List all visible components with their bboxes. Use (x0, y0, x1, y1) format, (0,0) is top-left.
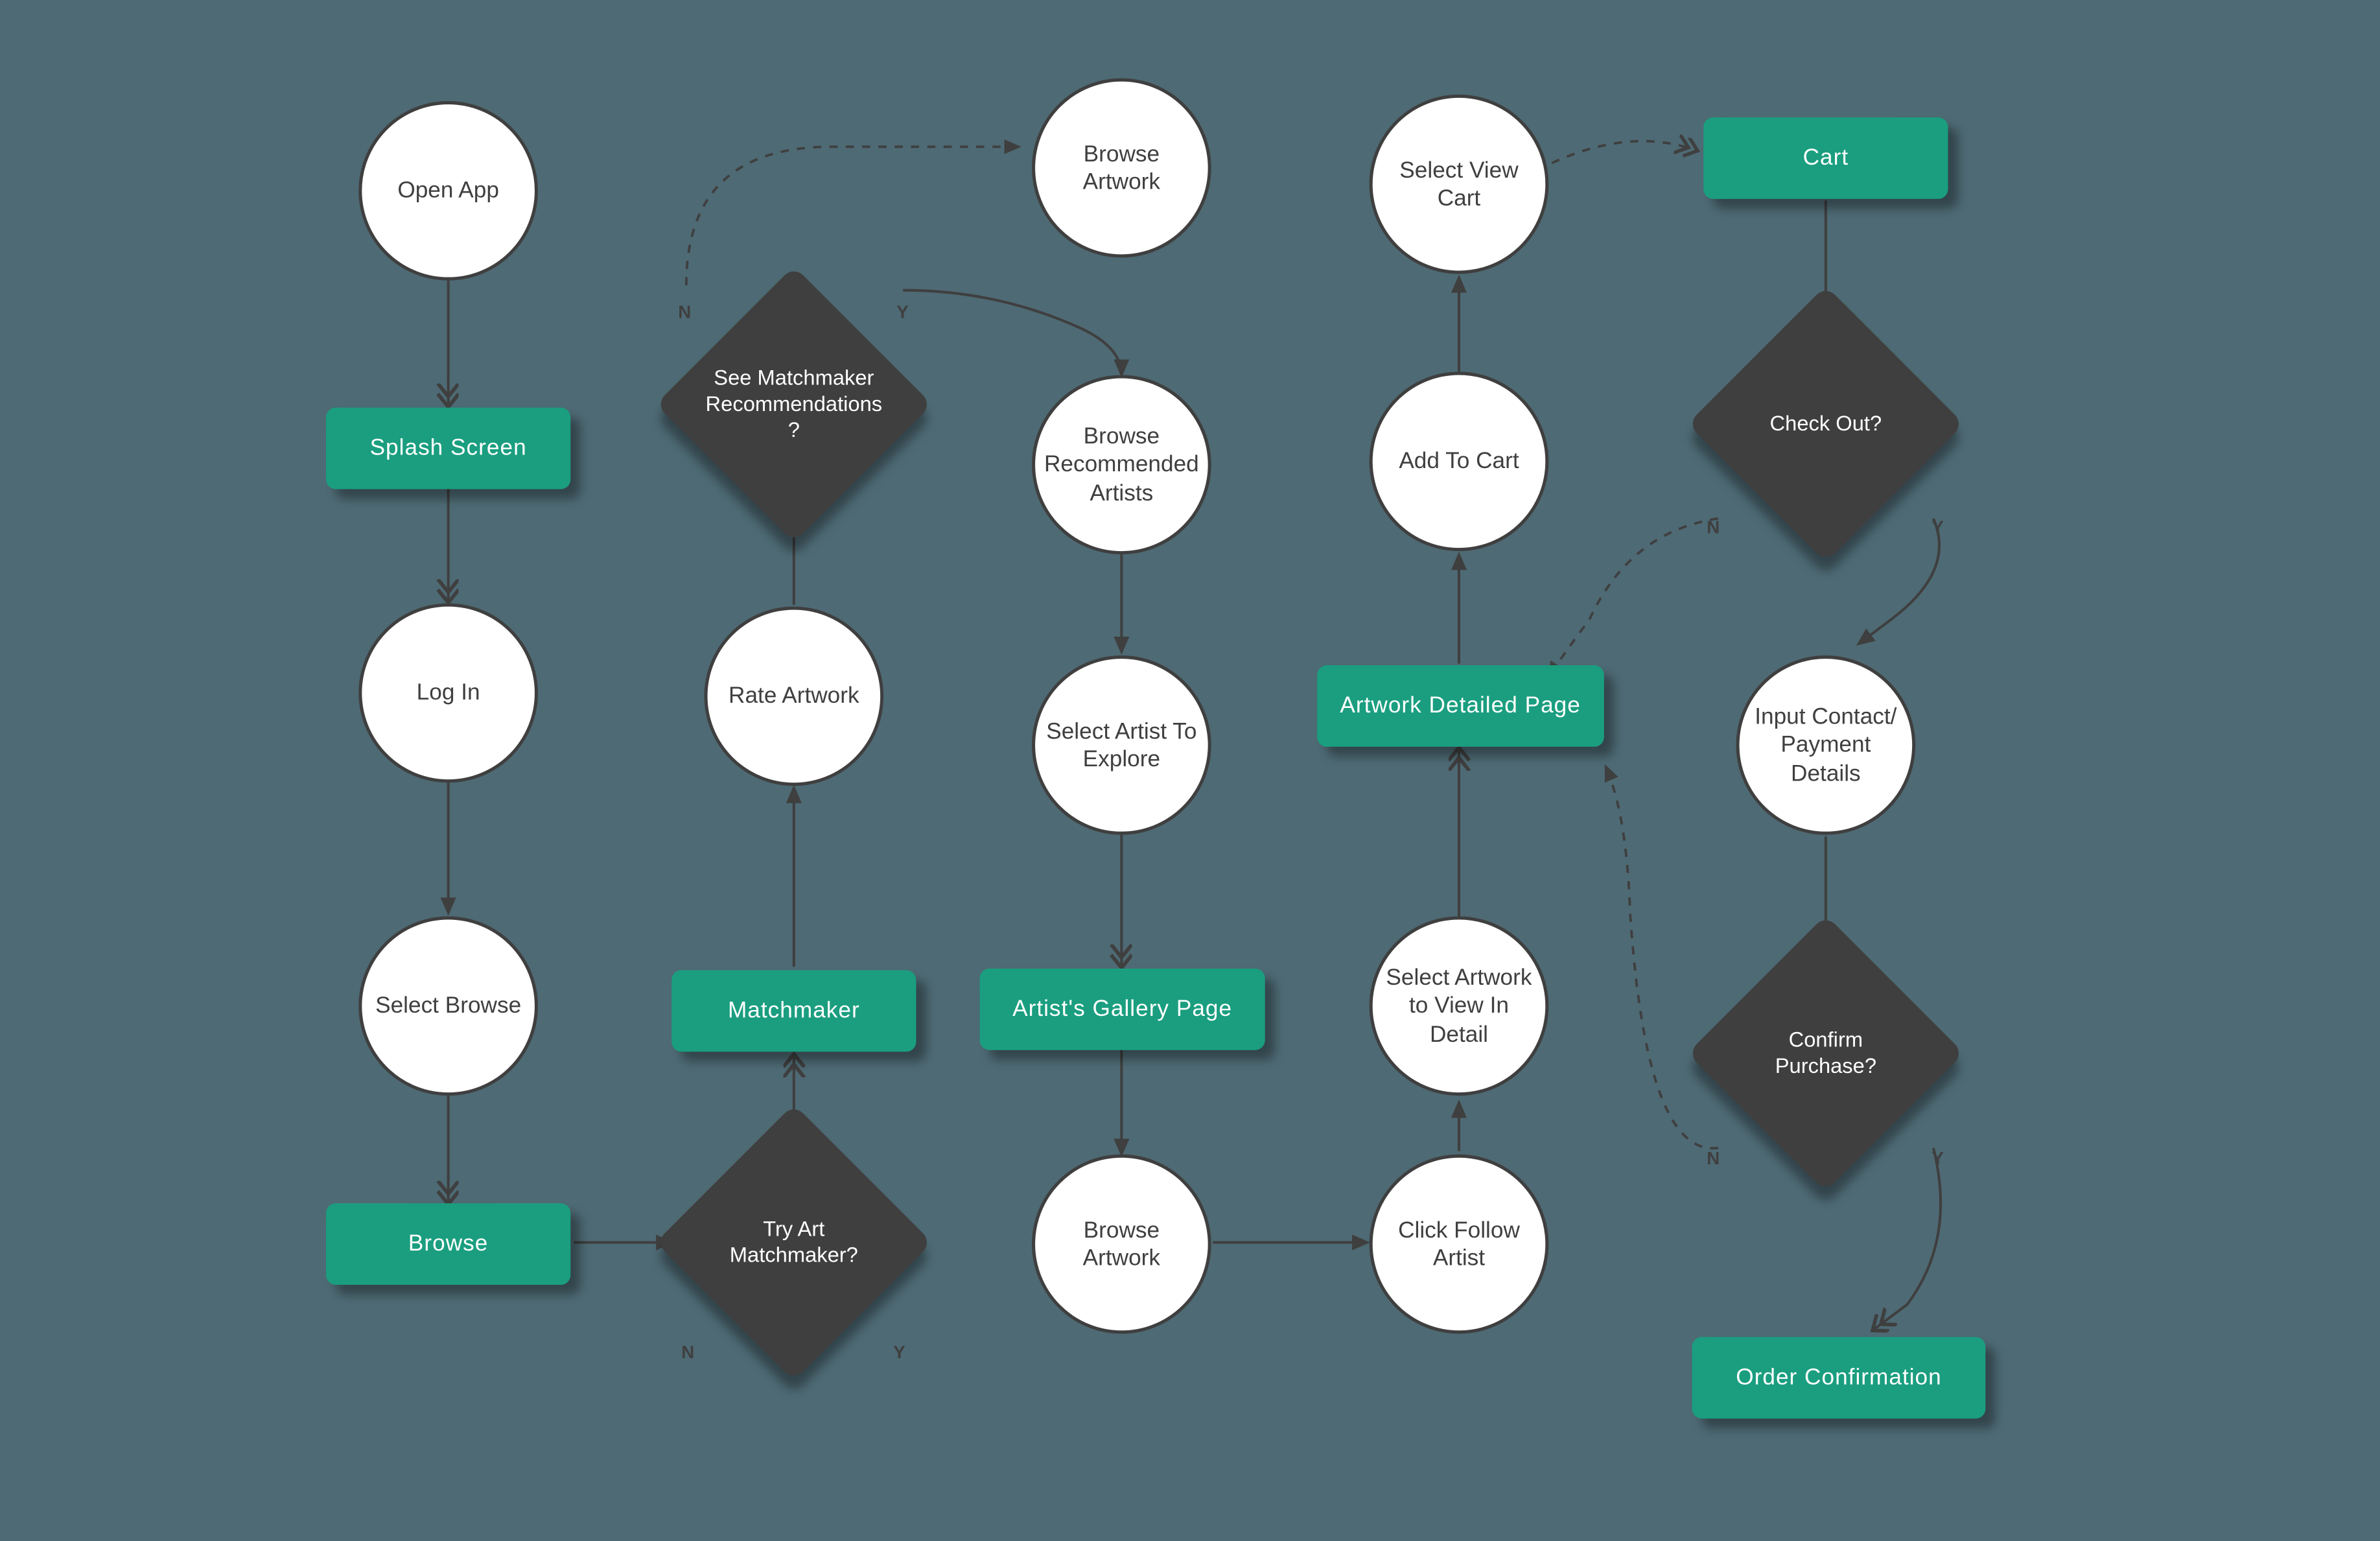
node-browse-rec-artists: Browse Recommended Artists (1032, 375, 1211, 555)
node-log-in: Log In (358, 604, 538, 783)
node-select-browse: Select Browse (358, 917, 538, 1096)
node-label: Select Artist To Explore (1045, 716, 1198, 773)
node-label: Log In (417, 679, 480, 707)
node-label: Open App (397, 176, 499, 205)
node-label: See Matchmaker Recommendations ? (706, 365, 883, 445)
label-n-try-match: N (681, 1344, 695, 1363)
node-cart: Cart (1703, 117, 1948, 199)
node-artwork-detailed: Artwork Detailed Page (1317, 665, 1604, 747)
node-order-confirmation: Order Confirmation (1692, 1337, 1986, 1418)
node-label: Artist's Gallery Page (1012, 995, 1232, 1024)
node-label: Cart (1803, 144, 1849, 172)
node-browse-artwork-top: Browse Artwork (1032, 78, 1211, 258)
node-confirm-purchase: Confirm Purchase? (1728, 956, 1924, 1151)
node-label: Click Follow Artist (1382, 1216, 1535, 1273)
label-y-confirm: Y (1931, 1149, 1944, 1169)
node-label: Artwork Detailed Page (1340, 692, 1580, 720)
node-see-recs: See Matchmaker Recommendations ? (696, 307, 892, 502)
node-label: Order Confirmation (1736, 1363, 1942, 1392)
label-y-check-out: Y (1931, 519, 1944, 538)
node-label: Confirm Purchase? (1747, 1027, 1904, 1080)
node-splash-screen: Splash Screen (326, 408, 570, 489)
node-select-view-cart: Select View Cart (1370, 95, 1549, 274)
node-label: Select Artwork to View In Detail (1382, 963, 1535, 1049)
label-n-see-recs: N (678, 303, 692, 323)
label-n-check-out: N (1707, 519, 1720, 538)
label-y-see-recs: Y (896, 303, 909, 323)
node-open-app: Open App (358, 101, 538, 281)
node-label: Matchmaker (728, 996, 860, 1025)
node-label: Browse (408, 1230, 488, 1258)
node-matchmaker: Matchmaker (671, 970, 916, 1052)
flowchart-canvas: Open App Splash Screen Log In Select Bro… (0, 0, 2380, 1541)
node-browse-artwork-bot: Browse Artwork (1032, 1155, 1211, 1334)
node-check-out: Check Out? (1728, 326, 1924, 522)
node-try-matchmaker: Try Art Matchmaker? (696, 1145, 892, 1341)
node-label: Select Browse (375, 992, 521, 1020)
node-label: Input Contact/ Payment Details (1749, 702, 1902, 788)
node-input-details: Input Contact/ Payment Details (1736, 655, 1916, 835)
node-label: Check Out? (1770, 411, 1882, 438)
node-label: Browse Recommended Artists (1044, 422, 1199, 508)
node-label: Rate Artwork (729, 682, 859, 711)
node-click-follow-artist: Click Follow Artist (1370, 1155, 1549, 1334)
label-y-try-match: Y (893, 1344, 906, 1363)
node-label: Browse Artwork (1045, 1216, 1198, 1273)
node-label: Splash Screen (370, 434, 527, 463)
label-n-confirm: N (1707, 1149, 1720, 1169)
node-label: Browse Artwork (1045, 139, 1198, 196)
node-rate-artwork: Rate Artwork (705, 607, 884, 786)
node-artist-gallery: Artist's Gallery Page (980, 969, 1265, 1050)
node-label: Select View Cart (1382, 156, 1535, 213)
node-select-artwork-detail: Select Artwork to View In Detail (1370, 917, 1549, 1096)
node-label: Try Art Matchmaker? (716, 1216, 872, 1269)
node-browse: Browse (326, 1203, 570, 1285)
node-label: Add To Cart (1399, 447, 1519, 476)
node-add-to-cart: Add To Cart (1370, 372, 1549, 552)
node-select-artist: Select Artist To Explore (1032, 655, 1211, 835)
